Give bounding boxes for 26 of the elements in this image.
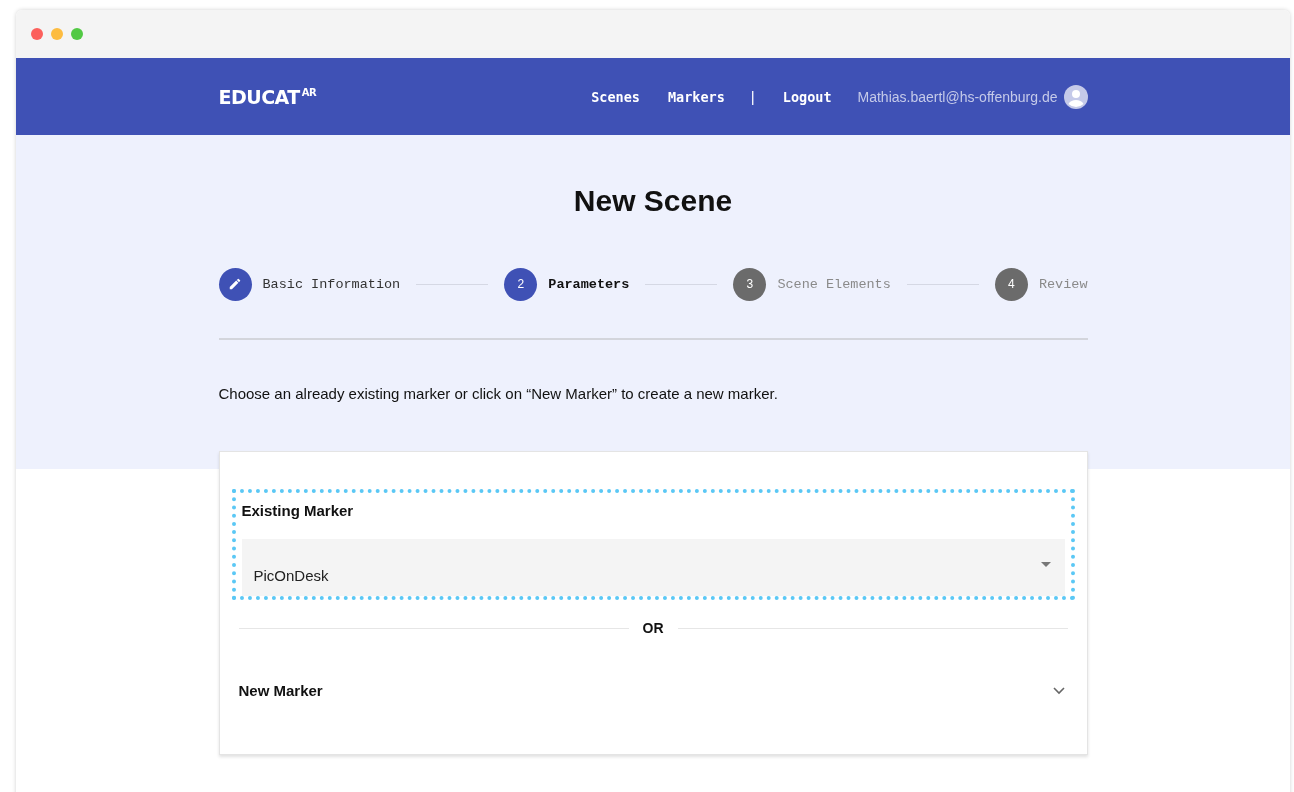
step-label: Basic Information (262, 276, 401, 292)
section-title: Existing Marker (241, 502, 355, 519)
nav-link[interactable]: Scenes (591, 88, 640, 105)
nav-link[interactable]: Markers (667, 88, 725, 105)
user-avatar-icon[interactable] (1063, 84, 1088, 109)
minimize-window-icon[interactable] (51, 28, 63, 40)
maximize-window-icon[interactable] (71, 28, 83, 40)
or-divider-label: OR (642, 620, 664, 636)
step-label: Scene Elements (777, 276, 891, 292)
logout-link[interactable]: Logout (782, 88, 832, 105)
logo[interactable]: EDUCAT$^{AR}$ (218, 85, 317, 108)
instruction-text: Choose an already existing marker or click on “New Marker” to create a new marker. (218, 385, 779, 402)
nav-separator: | (750, 88, 755, 105)
marker-dropdown[interactable]: PicOnDesk (241, 539, 1065, 596)
page-title: New Scene (572, 183, 734, 219)
user-email: Mathias.baertl@hs-offenburg.de (857, 88, 1058, 105)
step-circle: 4 (994, 267, 1028, 301)
pencil-icon (228, 277, 242, 291)
chevron-icon (1052, 686, 1065, 695)
step-label: Parameters (548, 276, 630, 292)
step-circle: 2 (504, 267, 538, 301)
step-circle: 3 (733, 267, 767, 301)
close-window-icon[interactable] (31, 28, 43, 40)
new-marker-expander[interactable]: New Marker (238, 682, 1065, 699)
step-label: Review (1038, 276, 1088, 292)
dropdown-arrow-icon (1040, 562, 1051, 567)
